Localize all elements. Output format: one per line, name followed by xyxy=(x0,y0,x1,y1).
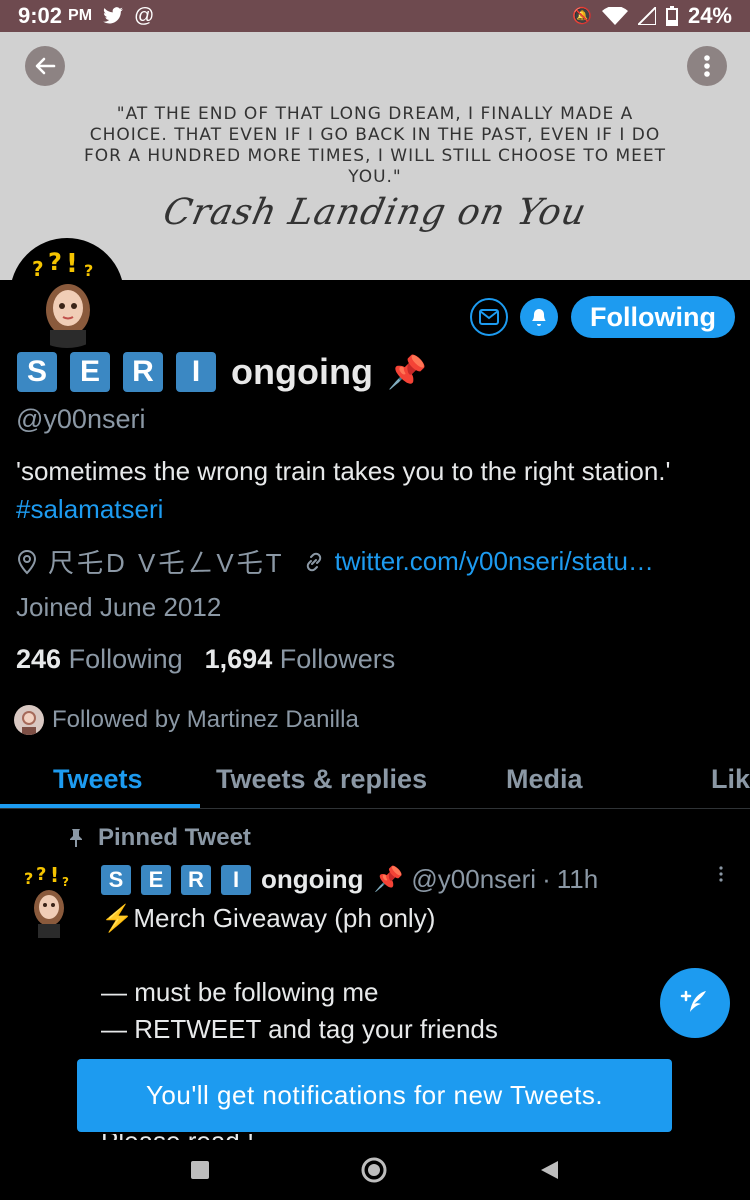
profile-website-link[interactable]: twitter.com/y00nseri/statu… xyxy=(335,546,654,577)
tweet-text: ⚡Merch Giveaway (ph only) — must be foll… xyxy=(101,903,498,1044)
tab-likes[interactable]: Lik xyxy=(711,764,750,795)
author-letter: R xyxy=(181,864,211,895)
name-letter: I xyxy=(176,352,216,392)
svg-text:?: ? xyxy=(24,869,33,888)
nav-home-icon[interactable] xyxy=(360,1156,388,1184)
tab-media[interactable]: Media xyxy=(506,764,583,795)
profile-location: 尺乇D V乇ㄥV乇T xyxy=(48,548,285,578)
status-time: 9:02 xyxy=(18,3,63,28)
name-letter: R xyxy=(123,352,163,392)
cell-signal-icon xyxy=(637,7,656,25)
pin-icon xyxy=(70,829,82,847)
tweet-author-avatar[interactable]: ? ? ! ? xyxy=(18,862,80,938)
followed-by-text: Followed by Martinez Danilla xyxy=(52,706,359,733)
profile-name: S E R I ongoing 📌 xyxy=(17,347,427,397)
more-vertical-icon xyxy=(719,866,723,882)
back-button[interactable] xyxy=(25,46,65,86)
following-button[interactable]: Following xyxy=(571,296,735,338)
avatar-illustration: ? ? ! ? xyxy=(14,242,120,348)
pushpin-icon: 📌 xyxy=(373,866,404,893)
svg-text:!: ! xyxy=(66,249,78,279)
message-button[interactable] xyxy=(470,298,508,336)
name-letter: E xyxy=(70,352,110,392)
following-stat[interactable]: 246 Following xyxy=(16,644,183,675)
message-icon xyxy=(479,309,499,325)
tweet-handle: @y00nseri xyxy=(411,864,537,894)
at-sign-icon: @ xyxy=(134,4,155,27)
mute-icon: 🔕 xyxy=(572,8,592,25)
profile-handle: @y00nseri xyxy=(16,404,146,434)
more-options-button[interactable] xyxy=(687,46,727,86)
svg-text:?: ? xyxy=(62,875,69,889)
svg-text:?: ? xyxy=(48,248,62,276)
status-ampm: PM xyxy=(68,7,93,24)
tab-tweets[interactable]: Tweets xyxy=(53,764,143,795)
battery-percent: 24% xyxy=(687,3,732,28)
pinned-tweet-label: Pinned Tweet xyxy=(68,824,251,852)
bio-text: 'sometimes the wrong train takes you to … xyxy=(16,456,671,486)
svg-text:!: ! xyxy=(50,863,59,887)
profile-banner[interactable]: "AT THE END OF THAT LONG DREAM, I FINALL… xyxy=(0,32,750,280)
back-arrow-icon xyxy=(35,57,56,75)
profile-avatar[interactable]: ? ? ! ? xyxy=(10,238,124,352)
more-vertical-icon xyxy=(704,55,710,77)
follow-stats: 246 Following 1,694 Followers xyxy=(16,644,395,675)
joined-date: Joined June 2012 xyxy=(16,592,222,622)
nav-back-icon[interactable] xyxy=(538,1159,560,1181)
followers-stat[interactable]: 1,694 Followers xyxy=(205,644,396,675)
profile-tabs: Tweets Tweets & replies Media Lik xyxy=(0,752,750,809)
dot-separator: · xyxy=(542,864,551,894)
author-letter: I xyxy=(221,864,251,895)
author-letter: E xyxy=(141,864,171,895)
name-letter: S xyxy=(17,352,57,392)
system-nav-bar xyxy=(0,1140,750,1200)
tweet-author-name[interactable]: ongoing xyxy=(261,864,364,895)
tab-tweets-replies[interactable]: Tweets & replies xyxy=(216,764,427,795)
nav-recents-icon[interactable] xyxy=(190,1160,210,1180)
svg-text:?: ? xyxy=(36,864,46,885)
author-letter: S xyxy=(101,864,131,895)
link-icon xyxy=(306,552,321,571)
active-tab-indicator xyxy=(0,804,200,808)
svg-text:?: ? xyxy=(84,261,93,280)
follower-avatar xyxy=(14,705,44,735)
banner-script-title: Crash Landing on You xyxy=(159,192,591,233)
notifications-button[interactable] xyxy=(520,298,558,336)
compose-tweet-button[interactable] xyxy=(660,968,730,1038)
tweet-menu-button[interactable] xyxy=(718,866,724,882)
name-suffix: ongoing xyxy=(231,351,373,392)
banner-quote: "AT THE END OF THAT LONG DREAM, I FINALL… xyxy=(83,104,667,187)
battery-icon xyxy=(665,6,678,26)
bio-hashtag-link[interactable]: #salamatseri xyxy=(16,494,163,524)
location-pin-icon xyxy=(17,549,37,574)
wifi-icon xyxy=(601,7,628,25)
twitter-bird-icon xyxy=(103,7,123,24)
status-bar: 9:02 PM @ 🔕 24% xyxy=(0,0,750,32)
notification-bell-icon xyxy=(532,309,549,326)
profile-meta: 尺乇D V乇ㄥV乇T twitter.com/y00nseri/statu… xyxy=(16,543,654,580)
pushpin-icon: 📌 xyxy=(386,354,427,390)
notification-toast: You'll get notifications for new Tweets. xyxy=(77,1059,672,1132)
tweet-header: S E R I ongoing 📌 @y00nseri · 11h xyxy=(101,864,598,895)
tweet-time: 11h xyxy=(556,864,599,894)
compose-tweet-icon xyxy=(680,990,706,1012)
svg-text:?: ? xyxy=(32,257,44,281)
followed-by[interactable]: Followed by Martinez Danilla xyxy=(14,705,359,735)
profile-bio: 'sometimes the wrong train takes you to … xyxy=(16,452,716,528)
